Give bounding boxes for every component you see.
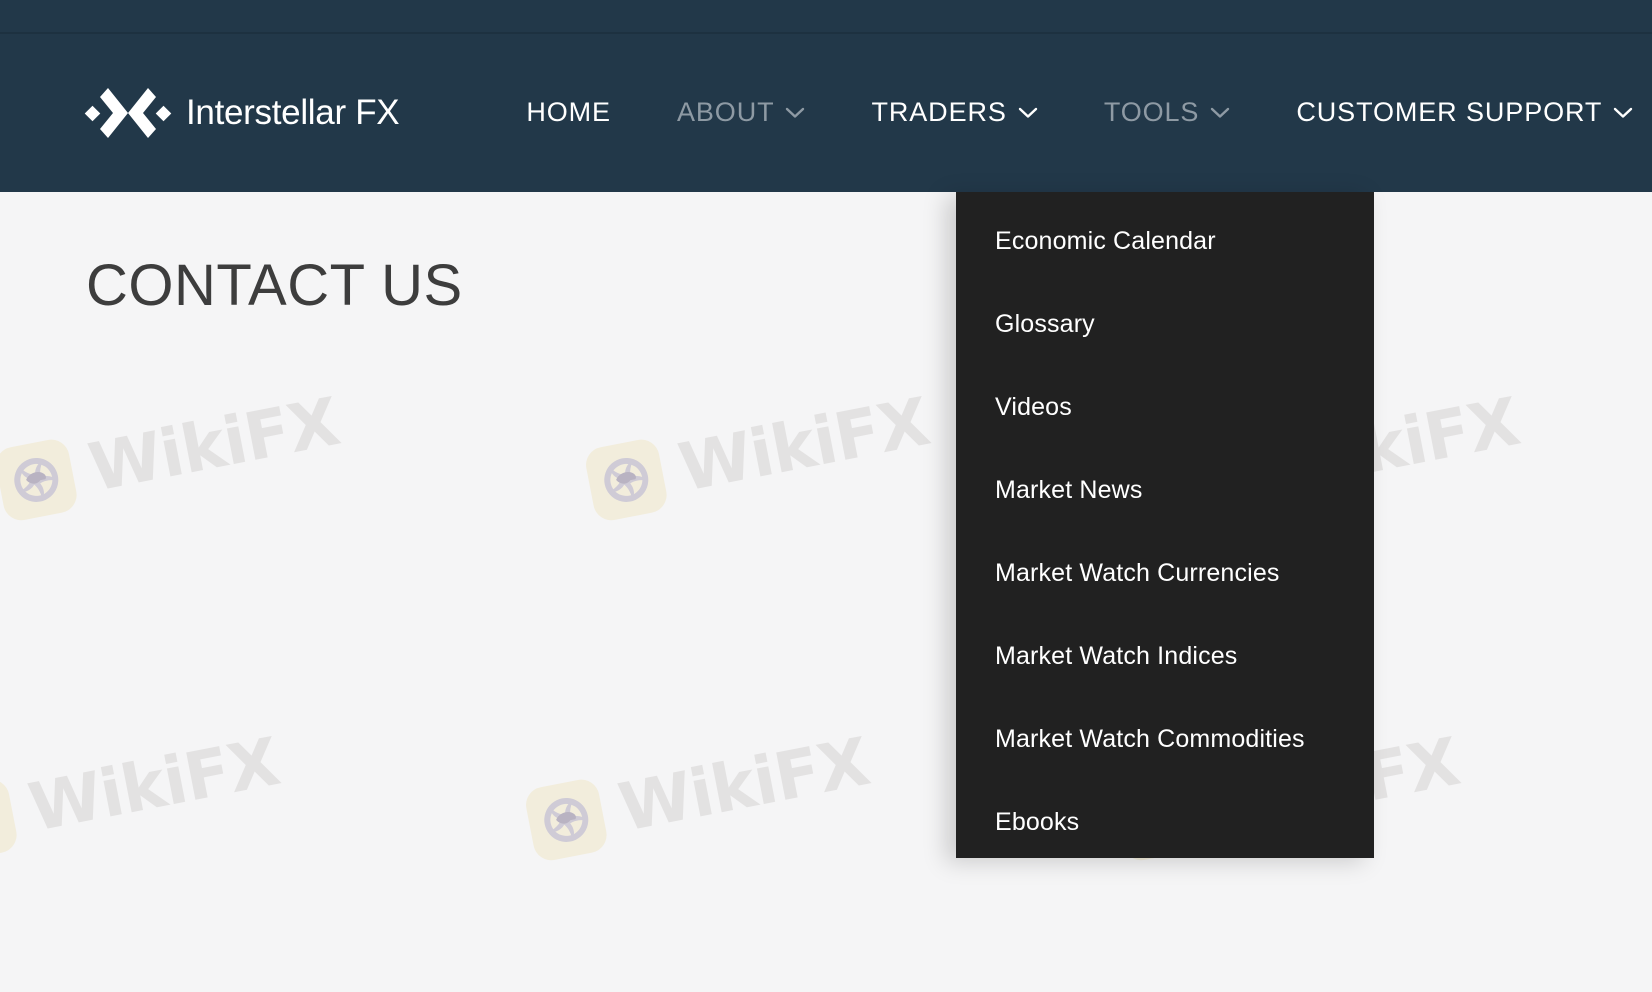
- nav-item-label: ABOUT: [677, 97, 775, 128]
- page-title: CONTACT US: [86, 257, 463, 315]
- main-navigation: HOMEABOUTTRADERSTOOLSCUSTOMER SUPPORTDEP…: [493, 97, 1652, 128]
- dropdown-item-economic-calendar[interactable]: Economic Calendar: [956, 200, 1374, 283]
- nav-item-label: TOOLS: [1104, 97, 1200, 128]
- header-inner: Interstellar FX HOME ABOUT TRADERS TOOLS CUS…: [0, 33, 1652, 192]
- page-root: WikiFXWikiFXWikiFXWikiFXWikiFXWikiFXWiki…: [0, 0, 1652, 992]
- brand-name: Interstellar FX: [186, 93, 399, 133]
- nav-item-customer-support[interactable]: CUSTOMER SUPPORT: [1263, 97, 1652, 128]
- chevron-down-icon: [785, 106, 805, 119]
- nav-item-traders[interactable]: TRADERS: [838, 97, 1070, 128]
- chevron-down-icon: [1210, 106, 1230, 119]
- dropdown-item-market-watch-currencies[interactable]: Market Watch Currencies: [956, 532, 1374, 615]
- brand-logo[interactable]: Interstellar FX: [84, 82, 399, 144]
- nav-item-label: CUSTOMER SUPPORT: [1296, 97, 1602, 128]
- nav-item-home[interactable]: HOME: [493, 97, 644, 128]
- nav-item-label: TRADERS: [871, 97, 1006, 128]
- chevron-down-icon: [1613, 106, 1633, 119]
- tools-dropdown-menu[interactable]: Economic CalendarGlossaryVideosMarket Ne…: [956, 192, 1374, 858]
- dropdown-item-market-news[interactable]: Market News: [956, 449, 1374, 532]
- nav-item-tools[interactable]: TOOLS: [1071, 97, 1264, 128]
- nav-item-about[interactable]: ABOUT: [644, 97, 839, 128]
- nav-item-label: HOME: [526, 97, 611, 128]
- main-content: CONTACT US: [0, 192, 1652, 992]
- dropdown-item-videos[interactable]: Videos: [956, 366, 1374, 449]
- dropdown-item-ebooks[interactable]: Ebooks: [956, 781, 1374, 864]
- dropdown-item-market-watch-commodities[interactable]: Market Watch Commodities: [956, 698, 1374, 781]
- interstellar-diamond-logo-icon: [84, 82, 172, 144]
- site-header: Interstellar FX HOME ABOUT TRADERS TOOLS CUS…: [0, 0, 1652, 192]
- dropdown-item-glossary[interactable]: Glossary: [956, 283, 1374, 366]
- dropdown-item-market-watch-indices[interactable]: Market Watch Indices: [956, 615, 1374, 698]
- chevron-down-icon: [1018, 106, 1038, 119]
